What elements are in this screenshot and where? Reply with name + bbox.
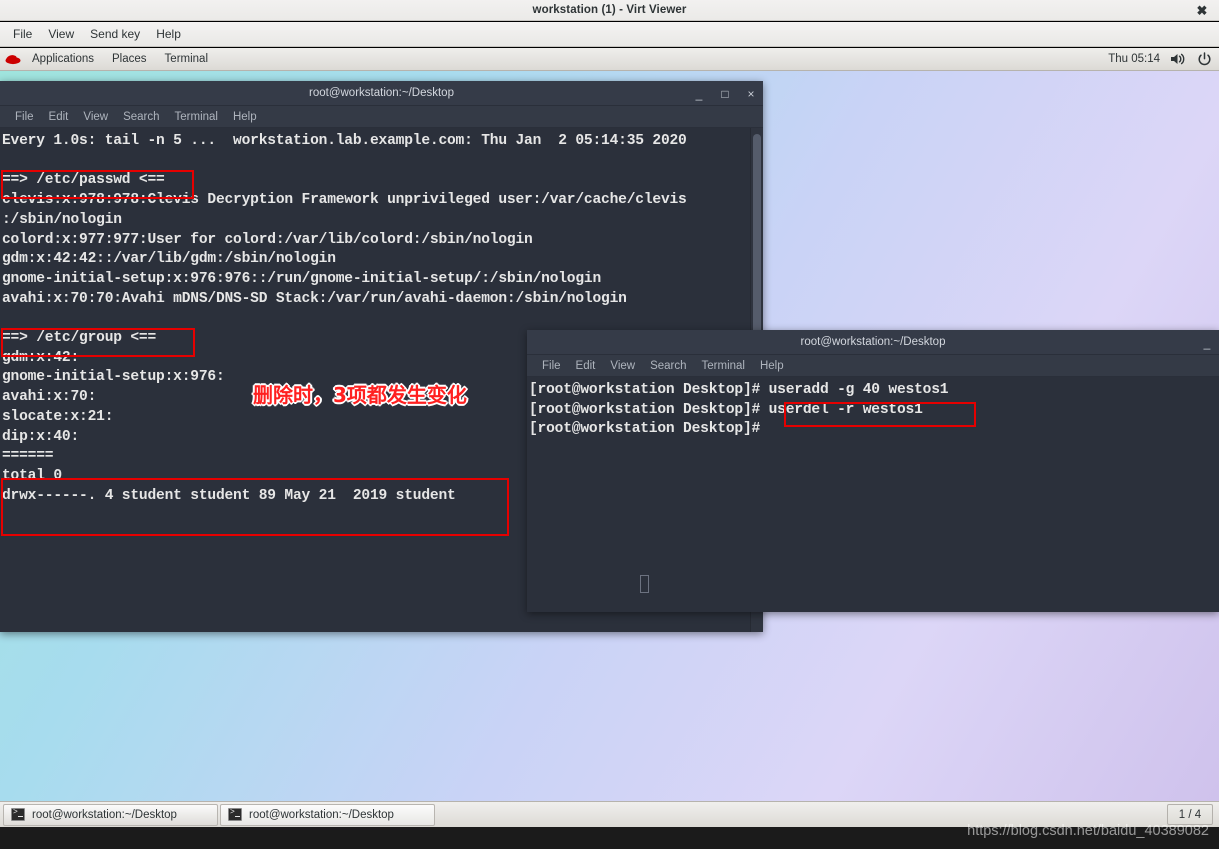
terminal-icon <box>228 808 242 821</box>
terminal2-title: root@workstation:~/Desktop <box>800 336 946 348</box>
taskbar-button-terminal-2[interactable]: root@workstation:~/Desktop <box>220 803 435 826</box>
panel-clock[interactable]: Thu 05:14 <box>1108 53 1160 65</box>
terminal1-menubar: File Edit View Search Terminal Help <box>0 106 763 128</box>
taskbar: root@workstation:~/Desktop root@workstat… <box>0 801 1219 827</box>
terminal-icon <box>11 808 25 821</box>
viewer-menubar: File View Send key Help <box>0 22 1219 47</box>
terminal2-menu-search[interactable]: Search <box>643 358 693 374</box>
close-icon[interactable]: × <box>745 88 757 100</box>
gnome-top-panel: Applications Places Terminal Thu 05:14 <box>0 48 1219 71</box>
terminal2-menu-help[interactable]: Help <box>753 358 791 374</box>
volume-icon[interactable] <box>1170 51 1186 67</box>
terminal1-menu-view[interactable]: View <box>76 109 115 125</box>
maximize-icon[interactable]: □ <box>719 88 731 100</box>
terminal2-menubar: File Edit View Search Terminal Help <box>527 355 1219 377</box>
menu-item-help[interactable]: Help <box>149 24 188 44</box>
terminal-window-2[interactable]: root@workstation:~/Desktop _ File Edit V… <box>527 330 1219 612</box>
terminal2-titlebar: root@workstation:~/Desktop _ <box>527 330 1219 355</box>
menu-item-view[interactable]: View <box>41 24 81 44</box>
power-icon[interactable] <box>1196 51 1212 67</box>
viewer-titlebar: workstation (1) - Virt Viewer ✖ <box>0 0 1219 21</box>
taskbar-button-terminal-1[interactable]: root@workstation:~/Desktop <box>3 803 218 826</box>
menu-item-file[interactable]: File <box>6 24 39 44</box>
viewer-title: workstation (1) - Virt Viewer <box>532 4 687 16</box>
terminal1-menu-search[interactable]: Search <box>116 109 166 125</box>
terminal1-menu-file[interactable]: File <box>8 109 41 125</box>
taskbar-button-label: root@workstation:~/Desktop <box>32 808 177 821</box>
terminal1-menu-edit[interactable]: Edit <box>42 109 76 125</box>
gnome-menu-places[interactable]: Places <box>103 51 156 67</box>
terminal2-menu-terminal[interactable]: Terminal <box>695 358 752 374</box>
terminal2-cursor <box>640 575 649 593</box>
terminal1-menu-terminal[interactable]: Terminal <box>168 109 225 125</box>
terminal2-menu-view[interactable]: View <box>603 358 642 374</box>
terminal2-menu-edit[interactable]: Edit <box>569 358 603 374</box>
minimize-icon[interactable]: _ <box>1201 337 1213 349</box>
terminal1-menu-help[interactable]: Help <box>226 109 264 125</box>
redhat-logo-icon <box>4 51 22 67</box>
gnome-menu-terminal[interactable]: Terminal <box>156 51 217 67</box>
workspace-switcher[interactable]: 1 / 4 <box>1167 804 1213 825</box>
virt-viewer-window: workstation (1) - Virt Viewer ✖ File Vie… <box>0 0 1219 849</box>
gnome-menu-applications[interactable]: Applications <box>23 51 103 67</box>
terminal1-title: root@workstation:~/Desktop <box>309 87 454 99</box>
menu-item-send-key[interactable]: Send key <box>83 24 147 44</box>
taskbar-button-label: root@workstation:~/Desktop <box>249 808 394 821</box>
close-icon[interactable]: ✖ <box>1191 0 1213 21</box>
minimize-icon[interactable]: _ <box>693 88 705 100</box>
terminal1-titlebar: root@workstation:~/Desktop _ □ × <box>0 81 763 106</box>
terminal2-menu-file[interactable]: File <box>535 358 568 374</box>
terminal2-output[interactable]: [root@workstation Desktop]# useradd -g 4… <box>527 377 1219 612</box>
